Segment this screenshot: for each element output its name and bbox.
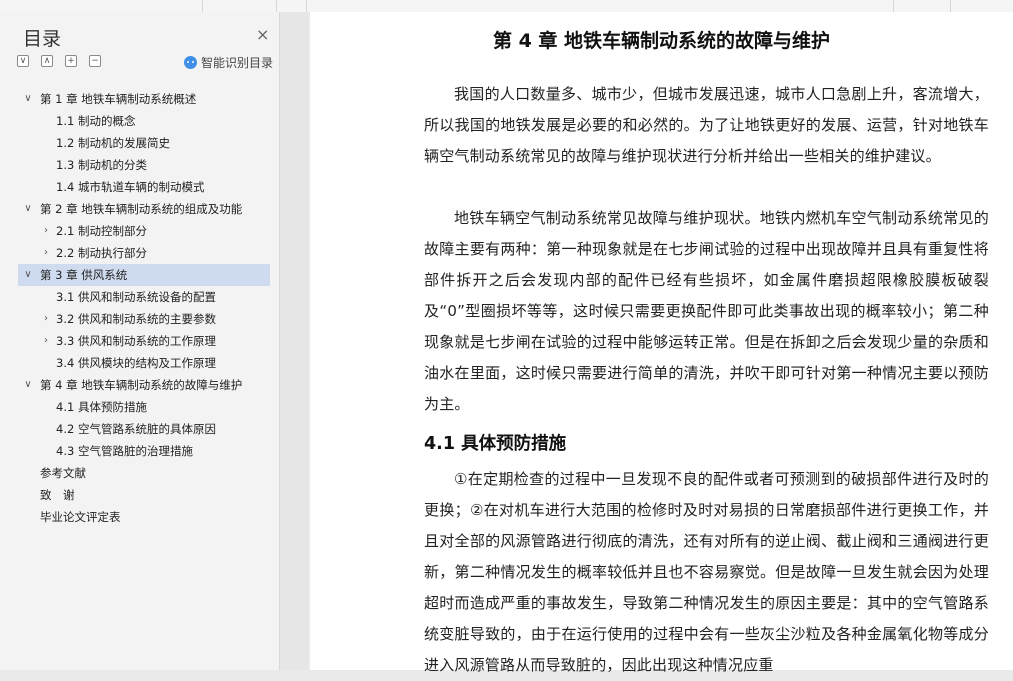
outline-item-label: 3.2 供风和制动系统的主要参数 bbox=[56, 312, 216, 326]
outline-item-label: 3.1 供风和制动系统设备的配置 bbox=[56, 290, 216, 304]
outline-section-item[interactable]: 4.3 空气管路脏的治理措施 bbox=[18, 440, 270, 462]
outline-section-item[interactable]: 4.2 空气管路系统脏的具体原因 bbox=[18, 418, 270, 440]
body-paragraph: 地铁车辆空气制动系统常见故障与维护现状。地铁内燃机车空气制动系统常见的故障主要有… bbox=[424, 209, 989, 413]
outline-item-label: 4.3 空气管路脏的治理措施 bbox=[56, 444, 193, 458]
body-paragraph: ①在定期检查的过程中一旦发现不良的配件或者可预测到的破损部件进行及时的更换；②在… bbox=[424, 470, 989, 674]
outline-section-item[interactable]: › 3.3 供风和制动系统的工作原理 bbox=[18, 330, 270, 352]
panel-divider[interactable] bbox=[280, 12, 308, 670]
outline-item-label: 1.4 城市轨道车辆的制动模式 bbox=[56, 180, 205, 194]
outline-chapter-item[interactable]: 毕业论文评定表 bbox=[18, 506, 270, 528]
outline-item-label: 1.2 制动机的发展简史 bbox=[56, 136, 170, 150]
outline-chapter-item[interactable]: 致 谢 bbox=[18, 484, 270, 506]
chapter-title: 第 4 章 地铁车辆制动系统的故障与维护 bbox=[492, 30, 831, 52]
outline-section-item[interactable]: › 2.1 制动控制部分 bbox=[18, 220, 270, 242]
section-heading: 4.1 具体预防措施 bbox=[424, 434, 567, 454]
outline-chapter-item[interactable]: ∨ 第 1 章 地铁车辆制动系统概述 bbox=[18, 88, 270, 110]
outline-item-label: 毕业论文评定表 bbox=[40, 510, 121, 524]
outline-section-item[interactable]: 3.4 供风模块的结构及工作原理 bbox=[18, 352, 270, 374]
outline-section-item[interactable]: › 2.2 制动执行部分 bbox=[18, 242, 270, 264]
outline-item-label: 3.4 供风模块的结构及工作原理 bbox=[56, 356, 216, 370]
outline-item-label: 致 谢 bbox=[40, 488, 75, 502]
chevron-right-icon[interactable]: › bbox=[40, 330, 52, 352]
outline-item-label: 2.2 制动执行部分 bbox=[56, 246, 147, 260]
outline-section-item[interactable]: 1.1 制动的概念 bbox=[18, 110, 270, 132]
outline-section-item[interactable]: 1.3 制动机的分类 bbox=[18, 154, 270, 176]
outline-panel: 目录 × ∨ ∧ + − 智能识别目录 ∨ 第 1 章 地铁车辆制动系统概述 1.1… bbox=[0, 12, 280, 670]
chevron-right-icon[interactable]: › bbox=[40, 308, 52, 330]
outline-chapter-item[interactable]: 参考文献 bbox=[18, 462, 270, 484]
smart-toc-label: 智能识别目录 bbox=[201, 56, 274, 70]
outline-item-label: 4.2 空气管路系统脏的具体原因 bbox=[56, 422, 216, 436]
outline-section-item[interactable]: 1.2 制动机的发展简史 bbox=[18, 132, 270, 154]
document-page: 第 4 章 地铁车辆制动系统的故障与维护 我国的人口数量多、城市少，但城市发展迅… bbox=[310, 12, 1013, 674]
chevron-right-icon[interactable]: › bbox=[40, 220, 52, 242]
outline-section-item[interactable]: 1.4 城市轨道车辆的制动模式 bbox=[18, 176, 270, 198]
outline-item-label: 1.3 制动机的分类 bbox=[56, 158, 147, 172]
toolbar-separator bbox=[276, 0, 277, 12]
body-paragraph: 我国的人口数量多、城市少，但城市发展迅速，城市人口急剧上升，客流增大，所以我国的… bbox=[424, 85, 989, 165]
toolbar-separator bbox=[306, 0, 307, 12]
close-icon[interactable]: × bbox=[256, 25, 269, 44]
toolbar-separator bbox=[202, 0, 203, 12]
outline-section-item[interactable]: 4.1 具体预防措施 bbox=[18, 396, 270, 418]
chevron-down-icon[interactable]: ∨ bbox=[22, 88, 34, 110]
outline-list: ∨ 第 1 章 地铁车辆制动系统概述 1.1 制动的概念 1.2 制动机的发展简史 1.… bbox=[18, 88, 270, 528]
outline-section-item[interactable]: › 3.2 供风和制动系统的主要参数 bbox=[18, 308, 270, 330]
robot-icon bbox=[184, 56, 197, 69]
outline-item-label: 第 4 章 地铁车辆制动系统的故障与维护 bbox=[40, 378, 243, 392]
outline-item-label: 1.1 制动的概念 bbox=[56, 114, 136, 128]
outline-item-label: 第 3 章 供风系统 bbox=[40, 268, 128, 282]
outline-chapter-item[interactable]: ∨ 第 3 章 供风系统 bbox=[18, 264, 270, 286]
collapse-all-icon[interactable]: ∧ bbox=[41, 55, 53, 67]
outline-item-label: 3.3 供风和制动系统的工作原理 bbox=[56, 334, 216, 348]
outline-item-label: 4.1 具体预防措施 bbox=[56, 400, 147, 414]
expand-all-icon[interactable]: ∨ bbox=[17, 55, 29, 67]
outline-item-label: 参考文献 bbox=[40, 466, 86, 480]
chevron-right-icon[interactable]: › bbox=[40, 242, 52, 264]
outline-item-label: 2.1 制动控制部分 bbox=[56, 224, 147, 238]
outline-chapter-item[interactable]: ∨ 第 2 章 地铁车辆制动系统的组成及功能 bbox=[18, 198, 270, 220]
chevron-down-icon[interactable]: ∨ bbox=[22, 374, 34, 396]
chevron-down-icon[interactable]: ∨ bbox=[22, 264, 34, 286]
outline-chapter-item[interactable]: ∨ 第 4 章 地铁车辆制动系统的故障与维护 bbox=[18, 374, 270, 396]
chevron-down-icon[interactable]: ∨ bbox=[22, 198, 34, 220]
smart-toc-button[interactable]: 智能识别目录 bbox=[184, 54, 273, 71]
outline-item-label: 第 2 章 地铁车辆制动系统的组成及功能 bbox=[40, 202, 243, 216]
outline-title: 目录 bbox=[23, 28, 62, 50]
toolbar-separator bbox=[950, 0, 951, 12]
toolbar-separator bbox=[893, 0, 894, 12]
outline-section-item[interactable]: 3.1 供风和制动系统设备的配置 bbox=[18, 286, 270, 308]
remove-heading-icon[interactable]: − bbox=[89, 55, 101, 67]
add-heading-icon[interactable]: + bbox=[65, 55, 77, 67]
outline-item-label: 第 1 章 地铁车辆制动系统概述 bbox=[40, 92, 197, 106]
